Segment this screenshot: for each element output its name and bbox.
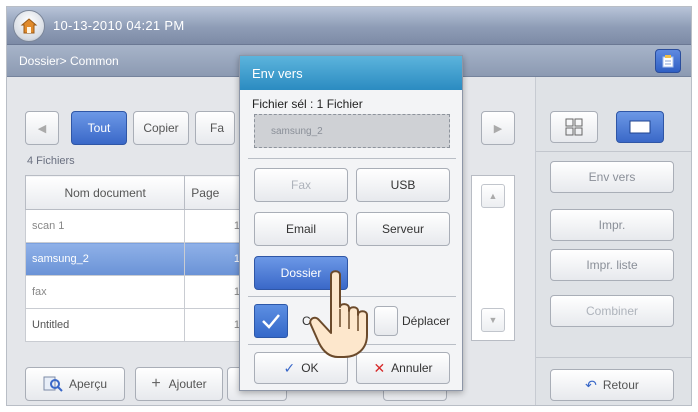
table-row[interactable]: samsung_2 1: [24, 242, 255, 276]
tab-copy[interactable]: Copier: [133, 111, 189, 145]
combine-button[interactable]: Combiner: [550, 295, 674, 327]
home-icon: [20, 18, 38, 34]
home-button[interactable]: [13, 10, 45, 42]
file-name: samsung_2: [24, 242, 186, 276]
ok-label: OK: [301, 361, 319, 375]
chevron-right-icon: ▶: [493, 122, 503, 135]
server-label: Serveur: [381, 222, 425, 236]
print-list-button[interactable]: Impr. liste: [550, 249, 674, 281]
checkmark-icon: [262, 314, 280, 329]
divider: [248, 158, 456, 159]
file-name: scan 1: [24, 209, 186, 243]
cancel-label: Annuler: [391, 361, 433, 375]
add-label: Ajouter: [168, 377, 207, 391]
tab-label: Fa: [210, 121, 225, 135]
magnifier-icon: [43, 376, 63, 392]
selected-file-field: samsung_2: [254, 114, 450, 148]
check-icon: ✓: [283, 359, 296, 376]
print-label: Impr.: [598, 218, 626, 232]
send-to-button[interactable]: Env vers: [550, 161, 674, 193]
chevron-left-icon: ◀: [37, 122, 47, 135]
file-count: 4 Fichiers: [27, 155, 75, 167]
table-row[interactable]: scan 1 1: [24, 209, 255, 243]
print-button[interactable]: Impr.: [550, 209, 674, 241]
back-label: Retour: [602, 378, 639, 392]
preview-button[interactable]: Aperçu: [25, 367, 125, 401]
dialog-title: Env vers: [240, 56, 462, 90]
move-checkbox[interactable]: [374, 306, 398, 336]
scroll-down-button[interactable]: ▼: [481, 308, 505, 332]
usb-label: USB: [390, 178, 416, 192]
file-name: fax: [24, 275, 186, 309]
divider: [536, 151, 691, 152]
move-label: Déplacer: [402, 314, 451, 328]
triangle-up-icon: ▲: [488, 191, 498, 201]
table-row[interactable]: Untitled 1: [24, 308, 255, 342]
fax-label: Fax: [290, 178, 311, 192]
job-status-button[interactable]: [655, 49, 681, 73]
undo-arrow-icon: ↶: [585, 376, 597, 393]
print-list-label: Impr. liste: [586, 258, 638, 272]
scroll-up-button[interactable]: ▲: [481, 184, 505, 208]
usb-destination-button[interactable]: USB: [356, 168, 450, 202]
table-scrollbar[interactable]: ▲ ▼: [471, 175, 515, 341]
triangle-down-icon: ▼: [488, 315, 498, 325]
tab-fax[interactable]: Fa: [195, 111, 235, 145]
email-destination-button[interactable]: Email: [254, 212, 348, 246]
send-to-label: Env vers: [588, 170, 636, 184]
breadcrumb: Dossier> Common: [19, 54, 119, 68]
list-view-icon: [629, 120, 651, 134]
column-header-name[interactable]: Nom document: [24, 175, 186, 210]
right-panel: Env vers Impr. Impr. liste Combiner ↶ Re…: [535, 77, 691, 405]
selected-files-label: Fichier sél : 1 Fichier: [252, 97, 363, 111]
grid-view-button[interactable]: [550, 111, 598, 143]
divider: [536, 357, 691, 358]
x-icon: ✕: [373, 359, 386, 376]
email-label: Email: [285, 222, 316, 236]
preview-label: Aperçu: [68, 377, 108, 391]
fax-destination-button[interactable]: Fax: [254, 168, 348, 202]
table-row[interactable]: fax 1: [24, 275, 255, 309]
file-name: Untitled: [24, 308, 186, 342]
grid-view-icon: [565, 118, 583, 136]
datetime: 10-13-2010 04:21 PM: [53, 18, 185, 33]
pointing-hand-icon: [309, 270, 368, 358]
file-table: Nom document Page scan 1 1 samsung_2 1 f…: [24, 175, 255, 342]
combine-label: Combiner: [585, 304, 639, 318]
status-bar: 10-13-2010 04:21 PM: [7, 7, 691, 45]
copy-checkbox[interactable]: [254, 304, 288, 338]
document-stack-icon: [662, 55, 674, 68]
tab-label: Tout: [87, 121, 111, 135]
tab-label: Copier: [143, 121, 179, 135]
plus-icon: +: [151, 375, 161, 392]
back-button[interactable]: ↶ Retour: [550, 369, 674, 401]
device-screen: 10-13-2010 04:21 PM Dossier> Common ◀ To…: [6, 6, 692, 406]
next-tab-button[interactable]: ▶: [481, 111, 515, 145]
list-view-button[interactable]: [616, 111, 664, 143]
add-button[interactable]: + Ajouter: [135, 367, 223, 401]
server-destination-button[interactable]: Serveur: [356, 212, 450, 246]
tab-all[interactable]: Tout: [71, 111, 127, 145]
prev-tab-button[interactable]: ◀: [25, 111, 59, 145]
